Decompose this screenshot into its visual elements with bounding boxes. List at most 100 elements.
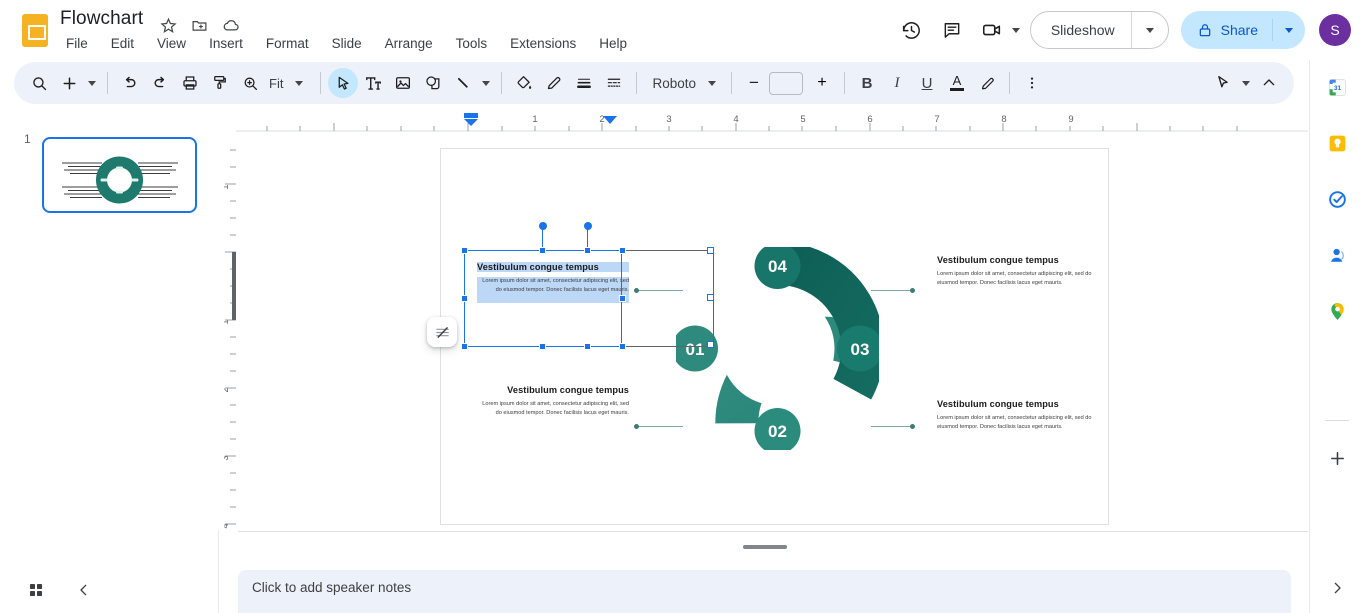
redo-icon[interactable] (145, 68, 175, 98)
menu-help[interactable]: Help (595, 34, 631, 53)
search-icon[interactable] (24, 68, 54, 98)
cursor-select-icon[interactable] (328, 68, 359, 98)
menu-extensions[interactable]: Extensions (506, 34, 580, 53)
svg-text:31: 31 (1333, 85, 1341, 92)
menu-format[interactable]: Format (262, 34, 313, 53)
print-icon[interactable] (175, 68, 205, 98)
chevron-down-icon[interactable] (1011, 27, 1020, 33)
text-box-icon[interactable] (358, 68, 388, 98)
text-box-selection-frame[interactable] (464, 250, 622, 347)
menu-slide[interactable]: Slide (328, 34, 366, 53)
increase-font-size-button[interactable]: + (807, 68, 837, 98)
google-contacts-icon[interactable] (1322, 240, 1352, 270)
bold-button[interactable]: B (852, 68, 882, 98)
line-icon[interactable] (448, 68, 478, 98)
text-block-heading: Vestibulum congue tempus (507, 385, 629, 395)
italic-button[interactable]: I (882, 68, 912, 98)
font-family-label[interactable]: Roboto (644, 76, 704, 91)
text-block-top-right[interactable]: Vestibulum congue tempus Lorem ipsum dol… (937, 255, 1095, 287)
menu-tools[interactable]: Tools (452, 34, 492, 53)
zoom-level-label[interactable]: Fit (265, 76, 291, 91)
google-keep-icon[interactable] (1322, 128, 1352, 158)
paint-format-icon[interactable] (205, 68, 235, 98)
selection-handle-nw (461, 247, 468, 254)
zoom-dropdown[interactable] (291, 68, 307, 98)
highlight-pen-icon[interactable] (972, 68, 1002, 98)
text-block-bottom-left[interactable]: Vestibulum congue tempus Lorem ipsum dol… (477, 385, 629, 417)
divider (731, 72, 732, 94)
selection-handle-e (619, 295, 626, 302)
undo-icon[interactable] (115, 68, 145, 98)
text-block-bottom-right[interactable]: Vestibulum congue tempus Lorem ipsum dol… (937, 399, 1095, 431)
border-color-icon[interactable] (539, 68, 569, 98)
rail-divider (1325, 420, 1349, 421)
meet-button-group[interactable] (972, 10, 1020, 50)
shape-handle-e (707, 294, 714, 301)
speaker-notes-field[interactable]: Click to add speaker notes (238, 570, 1291, 613)
slideshow-button[interactable]: Slideshow (1029, 11, 1169, 49)
font-family-dropdown[interactable] (704, 68, 720, 98)
grid-view-icon[interactable] (21, 575, 51, 605)
google-tasks-icon[interactable] (1322, 184, 1352, 214)
cloud-saved-icon[interactable] (222, 16, 240, 34)
slide-editing-surface[interactable]: 04 02 01 03 Vestibulum congue tempus Lor… (427, 148, 1109, 525)
rotation-line-right (587, 228, 589, 247)
svg-text:2: 2 (224, 387, 230, 392)
shape-icon[interactable] (418, 68, 448, 98)
menu-edit[interactable]: Edit (107, 34, 138, 53)
menu-arrange[interactable]: Arrange (381, 34, 437, 53)
more-options-icon[interactable] (1017, 68, 1047, 98)
fill-color-icon[interactable] (509, 68, 539, 98)
rotation-handle-right (584, 222, 592, 230)
zoom-icon[interactable] (235, 68, 265, 98)
menu-view[interactable]: View (153, 34, 190, 53)
expand-side-panel-icon[interactable] (1322, 573, 1352, 603)
menu-insert[interactable]: Insert (205, 34, 247, 53)
rotation-handle-left (539, 222, 547, 230)
share-dropdown[interactable] (1273, 27, 1305, 33)
svg-text:5: 5 (800, 114, 805, 125)
star-icon[interactable] (160, 17, 177, 34)
slide-canvas-area[interactable]: 04 02 01 03 Vestibulum congue tempus Lor… (236, 132, 1308, 530)
svg-text:7: 7 (934, 114, 939, 125)
collapse-filmstrip-icon[interactable] (69, 575, 99, 605)
font-size-input[interactable] (769, 71, 803, 95)
text-color-button[interactable]: A (942, 68, 972, 98)
google-slides-app: Flowchart File Edit View Insert Format S… (0, 0, 1363, 613)
underline-button[interactable]: U (912, 68, 942, 98)
google-calendar-icon[interactable]: 31 (1322, 72, 1352, 102)
connector-dot-bottom-right (910, 424, 915, 429)
svg-text:6: 6 (867, 114, 872, 125)
decrease-font-size-button[interactable]: − (739, 68, 769, 98)
shape-handle-se (707, 341, 714, 348)
rotation-line-left (542, 228, 544, 247)
laser-pointer-icon[interactable] (1208, 68, 1238, 98)
meet-camera-icon[interactable] (972, 10, 1012, 50)
notes-resize-grip[interactable] (743, 545, 787, 549)
format-options-floating-button[interactable] (427, 317, 457, 347)
menu-file[interactable]: File (62, 34, 92, 53)
slide-thumbnail-1[interactable] (42, 137, 197, 213)
document-title[interactable]: Flowchart (60, 8, 143, 30)
collapse-toolbar-icon[interactable] (1254, 68, 1284, 98)
slideshow-dropdown[interactable] (1132, 27, 1168, 33)
text-block-body: Lorem ipsum dolor sit amet, consectetur … (937, 271, 1092, 286)
horizontal-ruler[interactable]: 1 2 3 4 5 6 7 8 9 (236, 110, 1308, 132)
line-dropdown[interactable] (478, 68, 494, 98)
selection-handle-sw (461, 343, 468, 350)
comment-icon[interactable] (932, 10, 972, 50)
insert-image-icon[interactable] (388, 68, 418, 98)
border-weight-icon[interactable] (569, 68, 599, 98)
new-slide-dropdown[interactable] (84, 68, 100, 98)
google-maps-icon[interactable] (1322, 296, 1352, 326)
border-dash-icon[interactable] (599, 68, 629, 98)
move-to-folder-icon[interactable] (191, 17, 208, 34)
pointer-dropdown[interactable] (1238, 68, 1254, 98)
new-slide-button[interactable] (54, 68, 84, 98)
avatar[interactable]: S (1319, 14, 1351, 46)
add-on-plus-icon[interactable] (1322, 443, 1352, 473)
donut-label-02: 02 (768, 422, 787, 441)
version-history-icon[interactable] (892, 10, 932, 50)
share-button[interactable]: Share (1180, 11, 1305, 49)
app-header: Flowchart File Edit View Insert Format S… (0, 0, 1363, 60)
